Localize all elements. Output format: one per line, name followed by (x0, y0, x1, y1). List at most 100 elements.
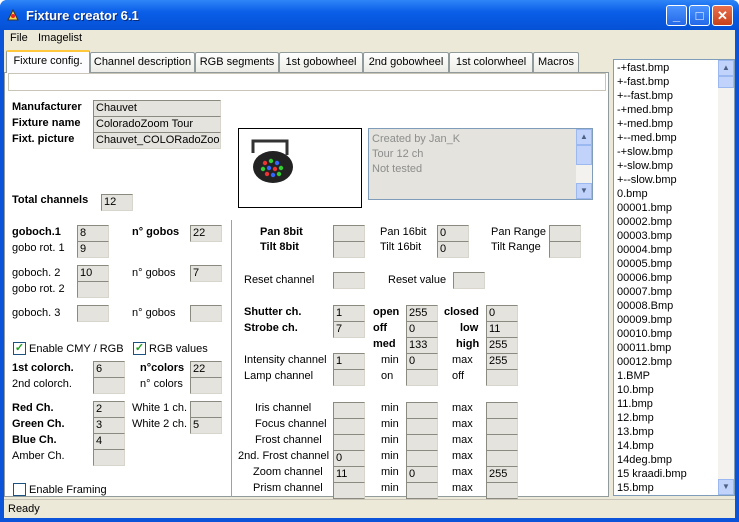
pan-range-input[interactable] (549, 225, 581, 242)
closed-input[interactable]: 0 (486, 305, 518, 322)
effect-channel-input[interactable] (333, 482, 365, 499)
green-ch-input[interactable]: 3 (93, 417, 125, 434)
strobe-ch-input[interactable]: 7 (333, 321, 365, 338)
imagelist-item[interactable]: 00006.bmp (617, 272, 672, 286)
lamp-on-input[interactable] (406, 369, 438, 386)
tab-fixture-config[interactable]: Fixture config. (6, 50, 90, 73)
pan16-input[interactable]: 0 (437, 225, 469, 242)
imagelist-listbox[interactable]: -+fast.bmp +-fast.bmp +--fast.bmp -+med.bmp… (613, 59, 735, 496)
effect-min-input[interactable] (406, 418, 438, 435)
goboch3-input[interactable] (77, 305, 109, 322)
notes-memo[interactable]: Created by Jan_K Tour 12 ch Not tested ▲… (368, 128, 593, 200)
red-ch-input[interactable]: 2 (93, 401, 125, 418)
goboch2-input[interactable]: 10 (77, 265, 109, 282)
ncolors2-input[interactable] (190, 377, 222, 394)
imagelist-item[interactable]: -+fast.bmp (617, 62, 669, 76)
tab-macros[interactable]: Macros (533, 52, 579, 72)
gobos2-input[interactable]: 7 (190, 265, 222, 282)
tab-rgb-segments[interactable]: RGB segments (195, 52, 279, 72)
effect-min-input[interactable]: 0 (406, 466, 438, 483)
effect-max-input[interactable] (486, 402, 518, 419)
imagelist-item[interactable]: +--fast.bmp (617, 90, 673, 104)
effect-channel-input[interactable] (333, 418, 365, 435)
imagelist-scrollbar[interactable]: ▲ ▼ (718, 60, 734, 495)
imagelist-item[interactable]: 00012.bmp (617, 356, 672, 370)
menu-imagelist[interactable]: Imagelist (38, 32, 82, 44)
close-button[interactable]: ✕ (712, 5, 733, 26)
imagelist-item[interactable]: 00003.bmp (617, 230, 672, 244)
imagelist-item[interactable]: 14.bmp (617, 440, 654, 454)
effect-channel-input[interactable] (333, 434, 365, 451)
imagelist-item[interactable]: 10.bmp (617, 384, 654, 398)
effect-channel-input[interactable]: 0 (333, 450, 365, 467)
reset-value-input[interactable] (453, 272, 485, 289)
tilt8-input[interactable] (333, 241, 365, 258)
enable-framing-checkbox[interactable] (13, 483, 26, 496)
white1-input[interactable] (190, 401, 222, 418)
tilt16-input[interactable]: 0 (437, 241, 469, 258)
intensity-max-input[interactable]: 255 (486, 353, 518, 370)
imagelist-item[interactable]: 13.bmp (617, 426, 654, 440)
imagelist-item[interactable]: 00009.bmp (617, 314, 672, 328)
maximize-button[interactable]: □ (689, 5, 710, 26)
imagelist-item[interactable]: -+slow.bmp (617, 146, 673, 160)
minimize-button[interactable]: _ (666, 5, 687, 26)
effect-channel-input[interactable] (333, 402, 365, 419)
imagelist-item[interactable]: 00008.Bmp (617, 300, 673, 314)
imagelist-item[interactable]: 00004.bmp (617, 244, 672, 258)
tab-channel-description[interactable]: Channel description (90, 52, 195, 72)
effect-min-input[interactable] (406, 482, 438, 499)
scroll-up-icon[interactable]: ▲ (718, 60, 734, 76)
enable-cmy-checkbox[interactable]: ✓ (13, 342, 26, 355)
imagelist-item[interactable]: 15 kraadi.bmp (617, 468, 687, 482)
gobos3-input[interactable] (190, 305, 222, 322)
manufacturer-input[interactable]: Chauvet (93, 100, 221, 117)
gobo-rot2-input[interactable] (77, 281, 109, 298)
imagelist-item[interactable]: 12.bmp (617, 412, 654, 426)
scroll-down-icon[interactable]: ▼ (718, 479, 734, 495)
scroll-thumb[interactable] (576, 145, 592, 165)
reset-channel-input[interactable] (333, 272, 365, 289)
menu-file[interactable]: File (10, 32, 28, 44)
low-input[interactable]: 11 (486, 321, 518, 338)
effect-channel-input[interactable]: 11 (333, 466, 365, 483)
colorch2-input[interactable] (93, 377, 125, 394)
imagelist-item[interactable]: 00007.bmp (617, 286, 672, 300)
off-input[interactable]: 0 (406, 321, 438, 338)
imagelist-item[interactable]: +--med.bmp (617, 132, 677, 146)
lamp-off-input[interactable] (486, 369, 518, 386)
imagelist-item[interactable]: 11.bmp (617, 398, 653, 412)
scroll-thumb[interactable] (718, 76, 734, 88)
lamp-input[interactable] (333, 369, 365, 386)
picture-input[interactable]: Chauvet_COLORadoZoom (93, 132, 221, 149)
effect-max-input[interactable] (486, 450, 518, 467)
imagelist-item[interactable]: 00010.bmp (617, 328, 672, 342)
effect-min-input[interactable] (406, 402, 438, 419)
imagelist-item[interactable]: +-med.bmp (617, 118, 673, 132)
intensity-min-input[interactable]: 0 (406, 353, 438, 370)
med-input[interactable]: 133 (406, 337, 438, 354)
tab-1st-gobowheel[interactable]: 1st gobowheel (279, 52, 363, 72)
imagelist-item[interactable]: +-fast.bmp (617, 76, 669, 90)
imagelist-item[interactable]: 0.bmp (617, 188, 648, 202)
imagelist-item[interactable]: -+med.bmp (617, 104, 673, 118)
imagelist-item[interactable]: 1.BMP (617, 370, 650, 384)
imagelist-item[interactable]: +--slow.bmp (617, 174, 677, 188)
scroll-up-icon[interactable]: ▲ (576, 129, 592, 145)
fixture-name-input[interactable]: ColoradoZoom Tour (93, 116, 221, 133)
imagelist-item[interactable]: 15.bmp (617, 482, 654, 495)
tilt-range-input[interactable] (549, 241, 581, 258)
total-channels-input[interactable]: 12 (101, 194, 133, 211)
effect-min-input[interactable] (406, 434, 438, 451)
fixture-picture[interactable] (238, 128, 362, 208)
effect-max-input[interactable] (486, 418, 518, 435)
imagelist-item[interactable]: 14deg.bmp (617, 454, 672, 468)
tab-2nd-gobowheel[interactable]: 2nd gobowheel (363, 52, 449, 72)
pan8-input[interactable] (333, 225, 365, 242)
imagelist-item[interactable]: 00001.bmp (617, 202, 672, 216)
blue-ch-input[interactable]: 4 (93, 433, 125, 450)
white2-input[interactable]: 5 (190, 417, 222, 434)
gobos1-input[interactable]: 22 (190, 225, 222, 242)
tab-1st-colorwheel[interactable]: 1st colorwheel (449, 52, 533, 72)
effect-max-input[interactable] (486, 434, 518, 451)
